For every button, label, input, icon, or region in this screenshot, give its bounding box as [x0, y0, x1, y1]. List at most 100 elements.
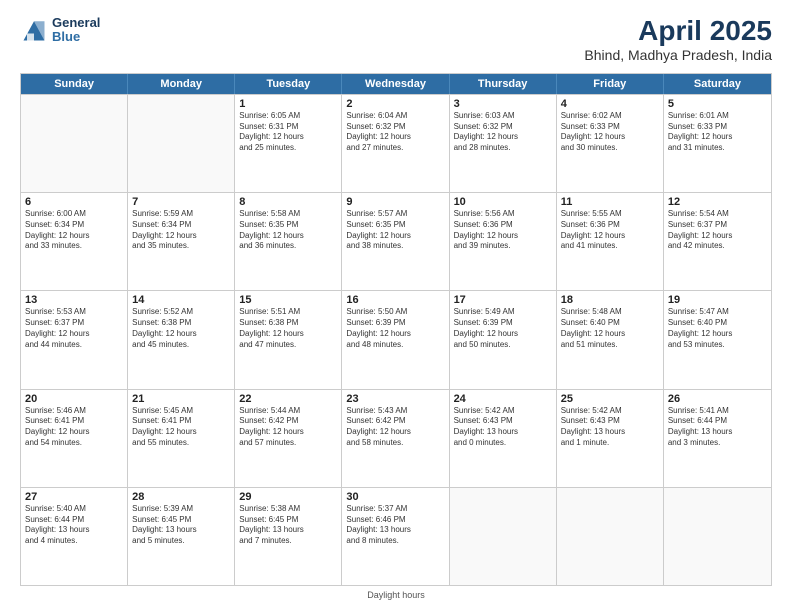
calendar-cell: 2Sunrise: 6:04 AMSunset: 6:32 PMDaylight… [342, 95, 449, 192]
calendar-cell: 3Sunrise: 6:03 AMSunset: 6:32 PMDaylight… [450, 95, 557, 192]
day-number: 21 [132, 393, 230, 405]
day-info: Sunrise: 5:42 AMSunset: 6:43 PMDaylight:… [454, 406, 552, 449]
day-number: 11 [561, 196, 659, 208]
calendar-cell [450, 488, 557, 585]
calendar-subtitle: Bhind, Madhya Pradesh, India [584, 47, 772, 63]
day-number: 24 [454, 393, 552, 405]
day-number: 2 [346, 98, 444, 110]
day-info: Sunrise: 5:52 AMSunset: 6:38 PMDaylight:… [132, 307, 230, 350]
calendar-cell: 19Sunrise: 5:47 AMSunset: 6:40 PMDayligh… [664, 291, 771, 388]
logo-icon [20, 16, 48, 44]
logo: General Blue [20, 16, 100, 45]
day-number: 26 [668, 393, 767, 405]
calendar-cell: 5Sunrise: 6:01 AMSunset: 6:33 PMDaylight… [664, 95, 771, 192]
weekday-header-tuesday: Tuesday [235, 74, 342, 94]
day-number: 28 [132, 491, 230, 503]
day-number: 12 [668, 196, 767, 208]
page: General Blue April 2025 Bhind, Madhya Pr… [0, 0, 792, 612]
day-number: 6 [25, 196, 123, 208]
calendar-cell: 28Sunrise: 5:39 AMSunset: 6:45 PMDayligh… [128, 488, 235, 585]
calendar-cell: 12Sunrise: 5:54 AMSunset: 6:37 PMDayligh… [664, 193, 771, 290]
calendar-cell: 4Sunrise: 6:02 AMSunset: 6:33 PMDaylight… [557, 95, 664, 192]
calendar-cell: 1Sunrise: 6:05 AMSunset: 6:31 PMDaylight… [235, 95, 342, 192]
calendar-cell: 27Sunrise: 5:40 AMSunset: 6:44 PMDayligh… [21, 488, 128, 585]
calendar-cell: 15Sunrise: 5:51 AMSunset: 6:38 PMDayligh… [235, 291, 342, 388]
calendar-cell [21, 95, 128, 192]
calendar-row-1: 1Sunrise: 6:05 AMSunset: 6:31 PMDaylight… [21, 94, 771, 192]
day-info: Sunrise: 5:42 AMSunset: 6:43 PMDaylight:… [561, 406, 659, 449]
calendar-cell: 21Sunrise: 5:45 AMSunset: 6:41 PMDayligh… [128, 390, 235, 487]
weekday-header-wednesday: Wednesday [342, 74, 449, 94]
day-number: 16 [346, 294, 444, 306]
header: General Blue April 2025 Bhind, Madhya Pr… [20, 16, 772, 63]
calendar-title: April 2025 [584, 16, 772, 47]
day-info: Sunrise: 6:03 AMSunset: 6:32 PMDaylight:… [454, 111, 552, 154]
day-number: 22 [239, 393, 337, 405]
day-number: 3 [454, 98, 552, 110]
day-info: Sunrise: 5:54 AMSunset: 6:37 PMDaylight:… [668, 209, 767, 252]
calendar-cell: 13Sunrise: 5:53 AMSunset: 6:37 PMDayligh… [21, 291, 128, 388]
footer-note: Daylight hours [20, 590, 772, 602]
day-number: 20 [25, 393, 123, 405]
calendar-cell: 14Sunrise: 5:52 AMSunset: 6:38 PMDayligh… [128, 291, 235, 388]
calendar-cell: 9Sunrise: 5:57 AMSunset: 6:35 PMDaylight… [342, 193, 449, 290]
calendar-header: SundayMondayTuesdayWednesdayThursdayFrid… [21, 74, 771, 94]
day-info: Sunrise: 5:39 AMSunset: 6:45 PMDaylight:… [132, 504, 230, 547]
weekday-header-monday: Monday [128, 74, 235, 94]
day-info: Sunrise: 5:43 AMSunset: 6:42 PMDaylight:… [346, 406, 444, 449]
calendar-cell: 20Sunrise: 5:46 AMSunset: 6:41 PMDayligh… [21, 390, 128, 487]
day-number: 9 [346, 196, 444, 208]
day-number: 10 [454, 196, 552, 208]
day-number: 30 [346, 491, 444, 503]
day-info: Sunrise: 5:55 AMSunset: 6:36 PMDaylight:… [561, 209, 659, 252]
calendar-row-5: 27Sunrise: 5:40 AMSunset: 6:44 PMDayligh… [21, 487, 771, 585]
day-number: 29 [239, 491, 337, 503]
day-info: Sunrise: 5:44 AMSunset: 6:42 PMDaylight:… [239, 406, 337, 449]
calendar-body: 1Sunrise: 6:05 AMSunset: 6:31 PMDaylight… [21, 94, 771, 585]
weekday-header-thursday: Thursday [450, 74, 557, 94]
logo-text: General Blue [52, 16, 100, 45]
calendar-cell: 26Sunrise: 5:41 AMSunset: 6:44 PMDayligh… [664, 390, 771, 487]
day-info: Sunrise: 5:56 AMSunset: 6:36 PMDaylight:… [454, 209, 552, 252]
day-info: Sunrise: 6:02 AMSunset: 6:33 PMDaylight:… [561, 111, 659, 154]
day-info: Sunrise: 6:05 AMSunset: 6:31 PMDaylight:… [239, 111, 337, 154]
logo-general: General [52, 16, 100, 30]
day-info: Sunrise: 6:01 AMSunset: 6:33 PMDaylight:… [668, 111, 767, 154]
calendar-row-2: 6Sunrise: 6:00 AMSunset: 6:34 PMDaylight… [21, 192, 771, 290]
calendar-cell: 7Sunrise: 5:59 AMSunset: 6:34 PMDaylight… [128, 193, 235, 290]
calendar-cell: 17Sunrise: 5:49 AMSunset: 6:39 PMDayligh… [450, 291, 557, 388]
calendar-cell: 30Sunrise: 5:37 AMSunset: 6:46 PMDayligh… [342, 488, 449, 585]
day-number: 13 [25, 294, 123, 306]
calendar-cell: 29Sunrise: 5:38 AMSunset: 6:45 PMDayligh… [235, 488, 342, 585]
day-number: 4 [561, 98, 659, 110]
footer-text: Daylight hours [367, 590, 425, 600]
day-info: Sunrise: 5:47 AMSunset: 6:40 PMDaylight:… [668, 307, 767, 350]
day-info: Sunrise: 5:40 AMSunset: 6:44 PMDaylight:… [25, 504, 123, 547]
day-info: Sunrise: 5:48 AMSunset: 6:40 PMDaylight:… [561, 307, 659, 350]
day-number: 23 [346, 393, 444, 405]
calendar-cell: 22Sunrise: 5:44 AMSunset: 6:42 PMDayligh… [235, 390, 342, 487]
weekday-header-sunday: Sunday [21, 74, 128, 94]
day-info: Sunrise: 5:49 AMSunset: 6:39 PMDaylight:… [454, 307, 552, 350]
calendar-row-3: 13Sunrise: 5:53 AMSunset: 6:37 PMDayligh… [21, 290, 771, 388]
calendar-cell: 18Sunrise: 5:48 AMSunset: 6:40 PMDayligh… [557, 291, 664, 388]
day-number: 25 [561, 393, 659, 405]
day-info: Sunrise: 6:04 AMSunset: 6:32 PMDaylight:… [346, 111, 444, 154]
day-number: 8 [239, 196, 337, 208]
day-info: Sunrise: 5:59 AMSunset: 6:34 PMDaylight:… [132, 209, 230, 252]
calendar-cell [557, 488, 664, 585]
day-info: Sunrise: 5:51 AMSunset: 6:38 PMDaylight:… [239, 307, 337, 350]
day-info: Sunrise: 5:45 AMSunset: 6:41 PMDaylight:… [132, 406, 230, 449]
weekday-header-friday: Friday [557, 74, 664, 94]
logo-blue: Blue [52, 30, 100, 44]
calendar-cell: 24Sunrise: 5:42 AMSunset: 6:43 PMDayligh… [450, 390, 557, 487]
title-block: April 2025 Bhind, Madhya Pradesh, India [584, 16, 772, 63]
day-info: Sunrise: 5:46 AMSunset: 6:41 PMDaylight:… [25, 406, 123, 449]
calendar-cell: 6Sunrise: 6:00 AMSunset: 6:34 PMDaylight… [21, 193, 128, 290]
day-number: 1 [239, 98, 337, 110]
calendar-cell: 25Sunrise: 5:42 AMSunset: 6:43 PMDayligh… [557, 390, 664, 487]
day-number: 5 [668, 98, 767, 110]
day-info: Sunrise: 5:57 AMSunset: 6:35 PMDaylight:… [346, 209, 444, 252]
day-info: Sunrise: 5:38 AMSunset: 6:45 PMDaylight:… [239, 504, 337, 547]
weekday-header-saturday: Saturday [664, 74, 771, 94]
